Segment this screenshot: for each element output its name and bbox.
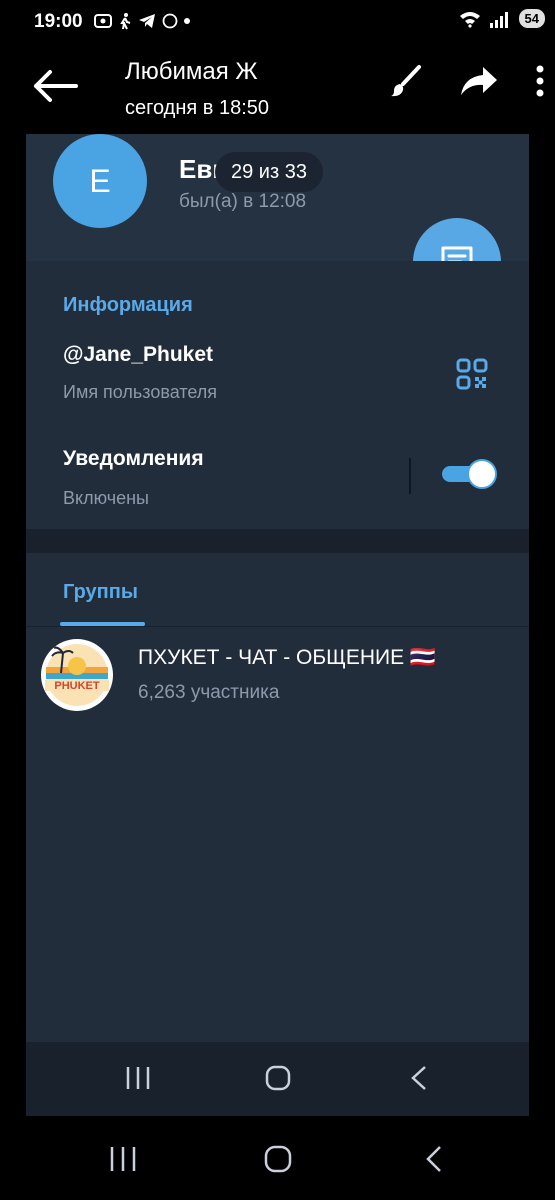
username[interactable]: @Jane_Phuket xyxy=(63,343,213,367)
signal-icon xyxy=(489,11,508,28)
whatsapp-icon xyxy=(162,13,178,29)
notifications-title[interactable]: Уведомления xyxy=(63,447,204,471)
group-name: ПХУКЕТ - ЧАТ - ОБЩЕНИЕ 🇹🇭 xyxy=(138,646,437,669)
status-right: 54 xyxy=(459,9,545,28)
section-separator xyxy=(26,529,529,553)
tab-groups[interactable]: Группы xyxy=(63,581,138,604)
wifi-icon xyxy=(459,11,480,28)
inner-nav-bar xyxy=(26,1042,529,1116)
logo-text: PHUKET xyxy=(54,680,100,692)
phuket-logo-icon: PHUKET xyxy=(42,640,112,710)
info-section: Информация @Jane_Phuket Имя пользователя… xyxy=(26,261,529,529)
tab-baseline xyxy=(26,626,529,627)
notifications-status: Включены xyxy=(63,488,149,508)
back-arrow-icon[interactable] xyxy=(30,66,82,106)
profile-status: был(а) в 12:08 xyxy=(179,191,307,212)
back-icon[interactable] xyxy=(420,1144,450,1174)
share-icon[interactable] xyxy=(459,64,499,98)
vertical-divider xyxy=(409,458,411,494)
info-section-title: Информация xyxy=(63,294,193,316)
battery-level: 54 xyxy=(518,9,545,28)
groups-section: Группы PHUKET ПХУКЕТ - ЧАТ - ОБЩЕНИЕ 🇹🇭 xyxy=(26,553,529,1042)
recent-apps-icon[interactable] xyxy=(124,1064,152,1092)
screenshot-frame: Е Евгения был(а) в 12:08 29 из 33 Информ… xyxy=(26,134,529,1116)
recent-apps-icon[interactable] xyxy=(108,1144,138,1174)
walking-icon xyxy=(120,13,131,30)
home-icon[interactable] xyxy=(264,1064,292,1092)
viewer-header: Любимая Ж сегодня в 18:50 xyxy=(0,44,555,134)
group-avatar: PHUKET xyxy=(41,639,113,711)
viewer-actions xyxy=(389,64,545,98)
system-nav-bar xyxy=(0,1116,555,1200)
qr-code-icon[interactable] xyxy=(456,358,488,390)
home-icon[interactable] xyxy=(263,1144,293,1174)
status-time: 19:00 xyxy=(34,11,83,32)
status-bar: 19:00 54 xyxy=(0,0,555,44)
more-icon[interactable] xyxy=(535,64,545,98)
brush-icon[interactable] xyxy=(389,64,423,98)
photo-counter: 29 из 33 xyxy=(215,152,323,192)
viewer-title: Любимая Ж xyxy=(125,58,258,85)
toggle-knob xyxy=(467,459,497,489)
group-member-count: 6,263 участника xyxy=(138,682,280,703)
username-label: Имя пользователя xyxy=(63,382,218,402)
notifications-toggle[interactable] xyxy=(442,459,497,489)
dot-icon xyxy=(184,18,190,24)
viewer-subtitle: сегодня в 18:50 xyxy=(125,97,269,119)
screen-record-icon xyxy=(94,14,112,28)
back-icon[interactable] xyxy=(406,1064,434,1092)
avatar: Е xyxy=(53,134,147,228)
status-notification-icons xyxy=(94,12,190,30)
telegram-icon xyxy=(139,14,155,28)
